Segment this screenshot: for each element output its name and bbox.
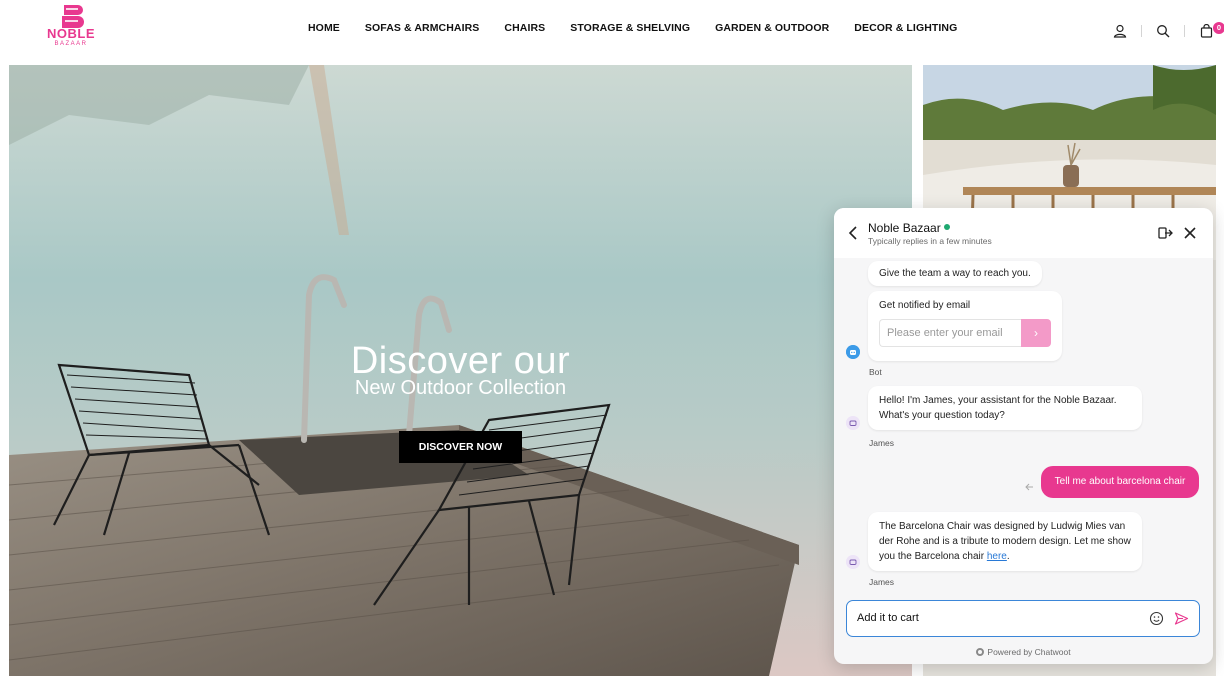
reply-icon[interactable]	[1025, 482, 1035, 492]
brand-sub: BAZAAR	[54, 41, 88, 47]
brand-name: NOBLE	[47, 26, 95, 41]
reach-message-bubble: Give the team a way to reach you.	[868, 261, 1042, 286]
barcelona-chair-link[interactable]: here	[987, 551, 1007, 562]
header-icons: 0	[1110, 20, 1224, 42]
message-text-end: .	[1006, 551, 1010, 562]
email-submit-button[interactable]: ›	[1021, 319, 1051, 347]
nav-home[interactable]: HOME	[308, 22, 340, 40]
message-input[interactable]: Add it to cart	[846, 600, 1200, 637]
user-message-bubble: Tell me about barcelona chair	[1041, 466, 1199, 498]
bag-icon	[1200, 24, 1212, 38]
nav-decor-lighting[interactable]: DECOR & LIGHTING	[854, 22, 957, 40]
search-icon[interactable]	[1153, 21, 1173, 41]
nav-sofas-armchairs[interactable]: SOFAS & ARMCHAIRS	[365, 22, 479, 40]
agent-avatar	[846, 416, 860, 430]
chat-widget: Noble Bazaar Typically replies in a few …	[834, 208, 1213, 664]
email-capture-card: Get notified by email Please enter your …	[868, 291, 1062, 361]
sender-label: Bot	[869, 367, 882, 377]
message-input-value: Add it to cart	[857, 612, 919, 624]
sender-label: James	[869, 438, 895, 448]
discover-now-button[interactable]: DISCOVER NOW	[399, 431, 522, 463]
emoji-icon[interactable]	[1149, 611, 1164, 626]
brand-logo[interactable]: NOBLE BAZAAR	[44, 4, 98, 54]
close-icon[interactable]	[1182, 225, 1198, 241]
chatwoot-logo-icon	[976, 648, 985, 656]
cart-button[interactable]: 0	[1196, 21, 1224, 41]
divider	[1184, 25, 1185, 37]
email-card-title: Get notified by email	[879, 300, 971, 311]
cart-count-badge: 0	[1213, 22, 1224, 34]
nav-garden-outdoor[interactable]: GARDEN & OUTDOOR	[715, 22, 829, 40]
powered-by-text: Powered by Chatwoot	[987, 647, 1071, 657]
user-icon[interactable]	[1110, 21, 1130, 41]
agent-message-bubble: Hello! I'm James, your assistant for the…	[868, 386, 1142, 430]
bot-avatar	[846, 345, 860, 359]
chat-status: Typically replies in a few minutes	[868, 236, 992, 246]
sender-label: James	[869, 577, 895, 587]
nav-chairs[interactable]: CHAIRS	[504, 22, 545, 40]
powered-by[interactable]: Powered by Chatwoot	[834, 647, 1213, 657]
site-header: NOBLE BAZAAR HOME SOFAS & ARMCHAIRS CHAI…	[0, 0, 1224, 62]
hero-banner: Discover our New Outdoor Collection DISC…	[9, 65, 912, 676]
nav-storage-shelving[interactable]: STORAGE & SHELVING	[570, 22, 690, 40]
agent-avatar	[846, 555, 860, 569]
hero-subtitle: New Outdoor Collection	[354, 377, 567, 399]
send-icon[interactable]	[1174, 611, 1189, 626]
logo-mark-icon	[62, 5, 84, 28]
divider	[1141, 25, 1142, 37]
agent-message-bubble: The Barcelona Chair was designed by Ludw…	[868, 512, 1142, 571]
chat-title: Noble Bazaar	[868, 221, 950, 235]
back-icon[interactable]	[846, 225, 860, 241]
main-nav: HOME SOFAS & ARMCHAIRS CHAIRS STORAGE & …	[308, 22, 957, 40]
chat-header: Noble Bazaar Typically replies in a few …	[834, 208, 1213, 258]
online-indicator	[943, 224, 950, 230]
popout-icon[interactable]	[1157, 225, 1173, 241]
chat-title-text: Noble Bazaar	[868, 221, 941, 235]
email-field[interactable]: Please enter your email	[879, 319, 1021, 347]
